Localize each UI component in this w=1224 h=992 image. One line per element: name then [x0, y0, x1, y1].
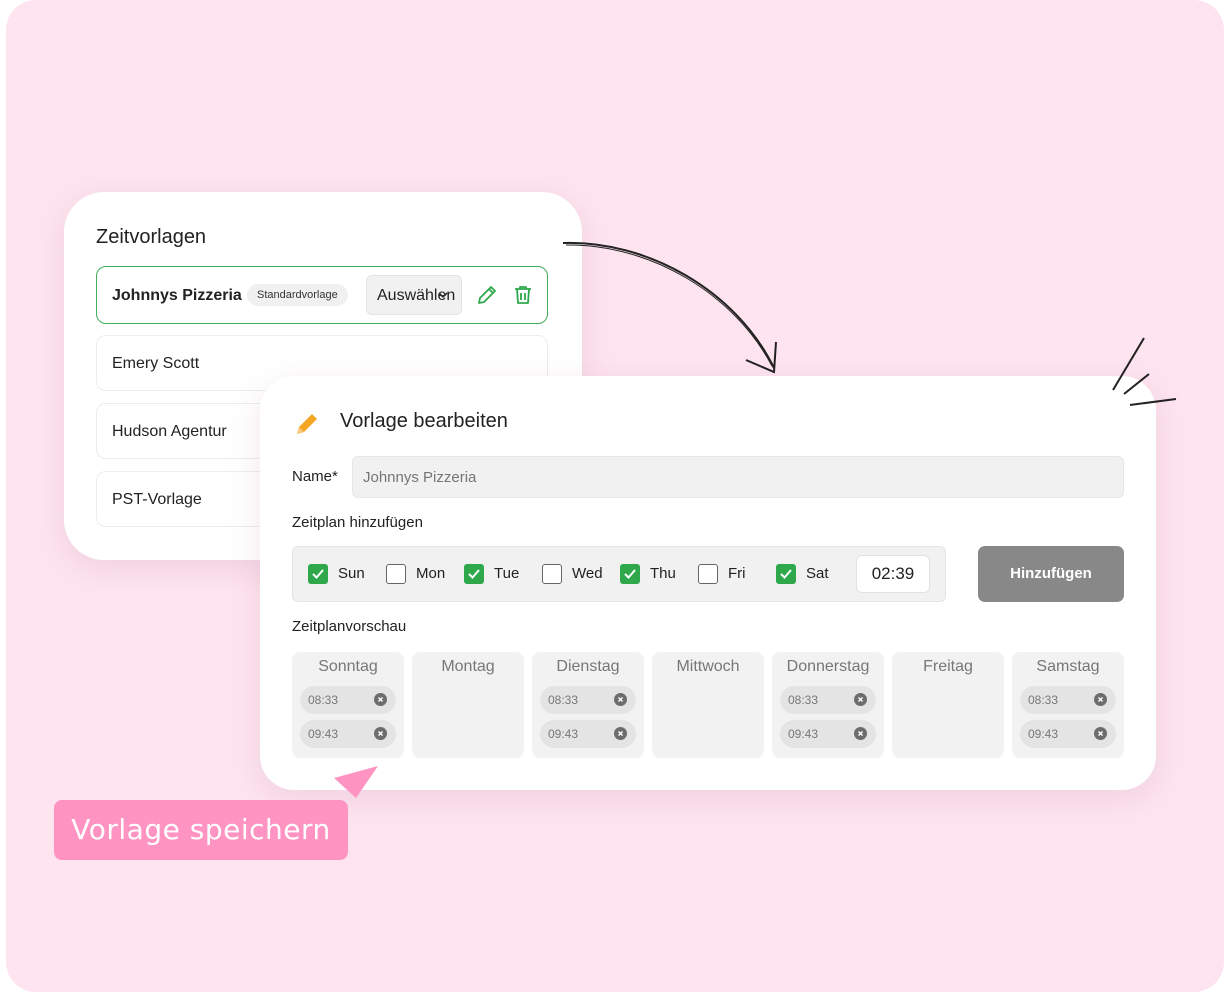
time-chip: 09:43 — [780, 720, 876, 748]
preview-day-sunday: Sonntag 08:33 09:43 — [292, 652, 404, 758]
remove-icon[interactable] — [374, 693, 387, 706]
checkbox-box — [308, 564, 328, 584]
remove-icon[interactable] — [854, 727, 867, 740]
time-chip: 08:33 — [300, 686, 396, 714]
save-template-button[interactable]: Vorlage speichern — [54, 800, 348, 860]
time-chip: 08:33 — [1020, 686, 1116, 714]
checkbox-box — [620, 564, 640, 584]
edit-pencil-icon[interactable] — [475, 283, 499, 307]
remove-icon[interactable] — [854, 693, 867, 706]
day-selector: Sun Mon Tue Wed Thu Fri Sat 02:39 — [292, 546, 946, 602]
preview-day-saturday: Samstag 08:33 09:43 — [1012, 652, 1124, 758]
preview-day-thursday: Donnerstag 08:33 09:43 — [772, 652, 884, 758]
time-chip-value: 08:33 — [1028, 693, 1059, 707]
checkbox-label: Sat — [806, 565, 829, 582]
preview-day-tuesday: Dienstag 08:33 09:43 — [532, 652, 644, 758]
template-name: Emery Scott — [112, 355, 200, 372]
time-chip: 08:33 — [780, 686, 876, 714]
preview-day-name: Mittwoch — [676, 658, 740, 675]
trash-icon[interactable] — [511, 283, 535, 307]
remove-icon[interactable] — [1094, 727, 1107, 740]
time-chip-value: 09:43 — [548, 727, 579, 741]
time-chip: 09:43 — [300, 720, 396, 748]
checkbox-box — [776, 564, 796, 584]
default-badge: Standardvorlage — [247, 284, 348, 306]
template-name: Johnnys Pizzeria — [112, 287, 242, 304]
checkbox-box — [464, 564, 484, 584]
remove-icon[interactable] — [614, 727, 627, 740]
preview-day-name: Dienstag — [556, 658, 620, 675]
preview-day-name: Montag — [441, 658, 495, 675]
checkbox-label: Mon — [416, 565, 446, 582]
time-chip-value: 09:43 — [788, 727, 819, 741]
remove-icon[interactable] — [374, 727, 387, 740]
preview-day-wednesday: Mittwoch — [652, 652, 764, 758]
template-item-johnnys-pizzeria[interactable]: Johnnys Pizzeria Standardvorlage Auswähl… — [96, 266, 548, 324]
remove-icon[interactable] — [614, 693, 627, 706]
time-chip-value: 08:33 — [788, 693, 819, 707]
time-chip-value: 08:33 — [548, 693, 579, 707]
checkbox-label: Wed — [572, 565, 603, 582]
checkbox-box — [542, 564, 562, 584]
time-chip: 09:43 — [540, 720, 636, 748]
chevron-down-icon — [437, 288, 449, 306]
preview-day-name: Samstag — [1036, 658, 1100, 675]
checkbox-label: Fri — [728, 565, 746, 582]
checkbox-box — [386, 564, 406, 584]
schedule-label: Zeitplan hinzufügen — [292, 514, 423, 531]
template-name: PST-Vorlage — [112, 491, 202, 508]
time-chip-value: 09:43 — [308, 727, 339, 741]
name-label: Name* — [292, 468, 338, 485]
remove-icon[interactable] — [1094, 693, 1107, 706]
preview-label: Zeitplanvorschau — [292, 618, 407, 635]
preview-day-monday: Montag — [412, 652, 524, 758]
checkbox-label: Tue — [494, 565, 520, 582]
time-chip-value: 09:43 — [1028, 727, 1059, 741]
pencil-icon — [292, 409, 322, 444]
checkbox-box — [698, 564, 718, 584]
checkbox-label: Thu — [650, 565, 676, 582]
add-button[interactable]: Hinzufügen — [978, 546, 1124, 602]
time-chip: 08:33 — [540, 686, 636, 714]
preview-day-name: Freitag — [923, 658, 973, 675]
name-field[interactable] — [352, 456, 1124, 498]
edit-title: Vorlage bearbeiten — [340, 410, 508, 432]
templates-title: Zeitvorlagen — [96, 226, 207, 248]
select-button[interactable]: Auswählen — [366, 275, 462, 315]
preview-day-name: Donnerstag — [786, 658, 870, 675]
preview-day-name: Sonntag — [318, 658, 378, 675]
edit-template-card: Vorlage bearbeiten Name* Zeitplan hinzuf… — [260, 376, 1156, 790]
time-input[interactable]: 02:39 — [856, 555, 930, 593]
preview-day-friday: Freitag — [892, 652, 1004, 758]
checkbox-label: Sun — [338, 565, 365, 582]
time-chip-value: 08:33 — [308, 693, 339, 707]
template-name: Hudson Agentur — [112, 423, 227, 440]
canvas: Zeitvorlagen Johnnys Pizzeria Standardvo… — [6, 0, 1224, 992]
time-chip: 09:43 — [1020, 720, 1116, 748]
